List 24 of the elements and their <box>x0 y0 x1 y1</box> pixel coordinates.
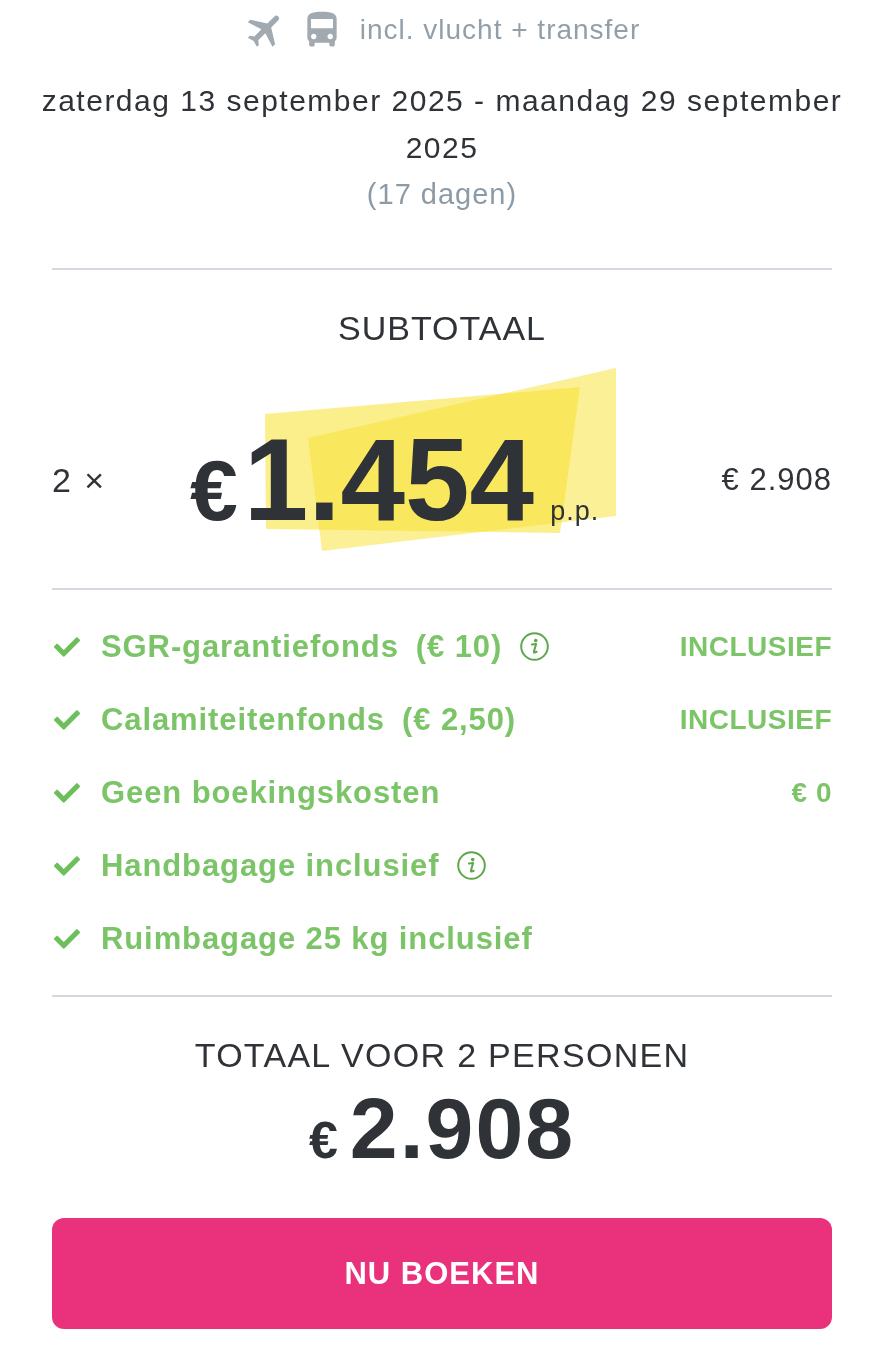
date-range: zaterdag 13 september 2025 - maandag 29 september 2025 <box>40 83 844 166</box>
currency-symbol: € <box>308 1110 338 1171</box>
quantity-label: 2 × <box>52 460 107 500</box>
inclusion-label: Calamiteitenfonds <box>101 701 385 738</box>
book-button[interactable]: NU BOEKEN <box>52 1218 832 1329</box>
info-icon[interactable] <box>457 851 487 880</box>
inclusion-label: Geen boekingskosten <box>101 774 441 811</box>
total-amount: 2.908 <box>349 1088 576 1168</box>
inclusion-value: € 0 <box>791 776 832 809</box>
inclusion-label: Handbagage inclusief <box>101 847 440 884</box>
info-icon[interactable] <box>520 632 550 661</box>
total-heading: TOTAAL VOOR 2 PERSONEN <box>194 1035 690 1075</box>
trip-duration: (17 dagen) <box>366 177 518 212</box>
inclusion-fee: (€ 10) <box>415 628 503 665</box>
inclusion-value: INCLUSIEF <box>679 630 832 663</box>
inclusion-label: Ruimbagage 25 kg inclusief <box>101 920 533 957</box>
per-person-label: p.p. <box>550 498 600 525</box>
subtotal-heading: SUBTOTAAL <box>338 308 546 348</box>
inclusion-label: SGR-garantiefonds <box>101 628 399 665</box>
transport-label: incl. vlucht + transfer <box>359 14 641 46</box>
currency-symbol: € <box>190 447 238 533</box>
inclusion-value: INCLUSIEF <box>679 703 832 736</box>
subtotal-amount: € 2.908 <box>721 462 832 498</box>
inclusion-fee: (€ 2,50) <box>402 701 517 738</box>
